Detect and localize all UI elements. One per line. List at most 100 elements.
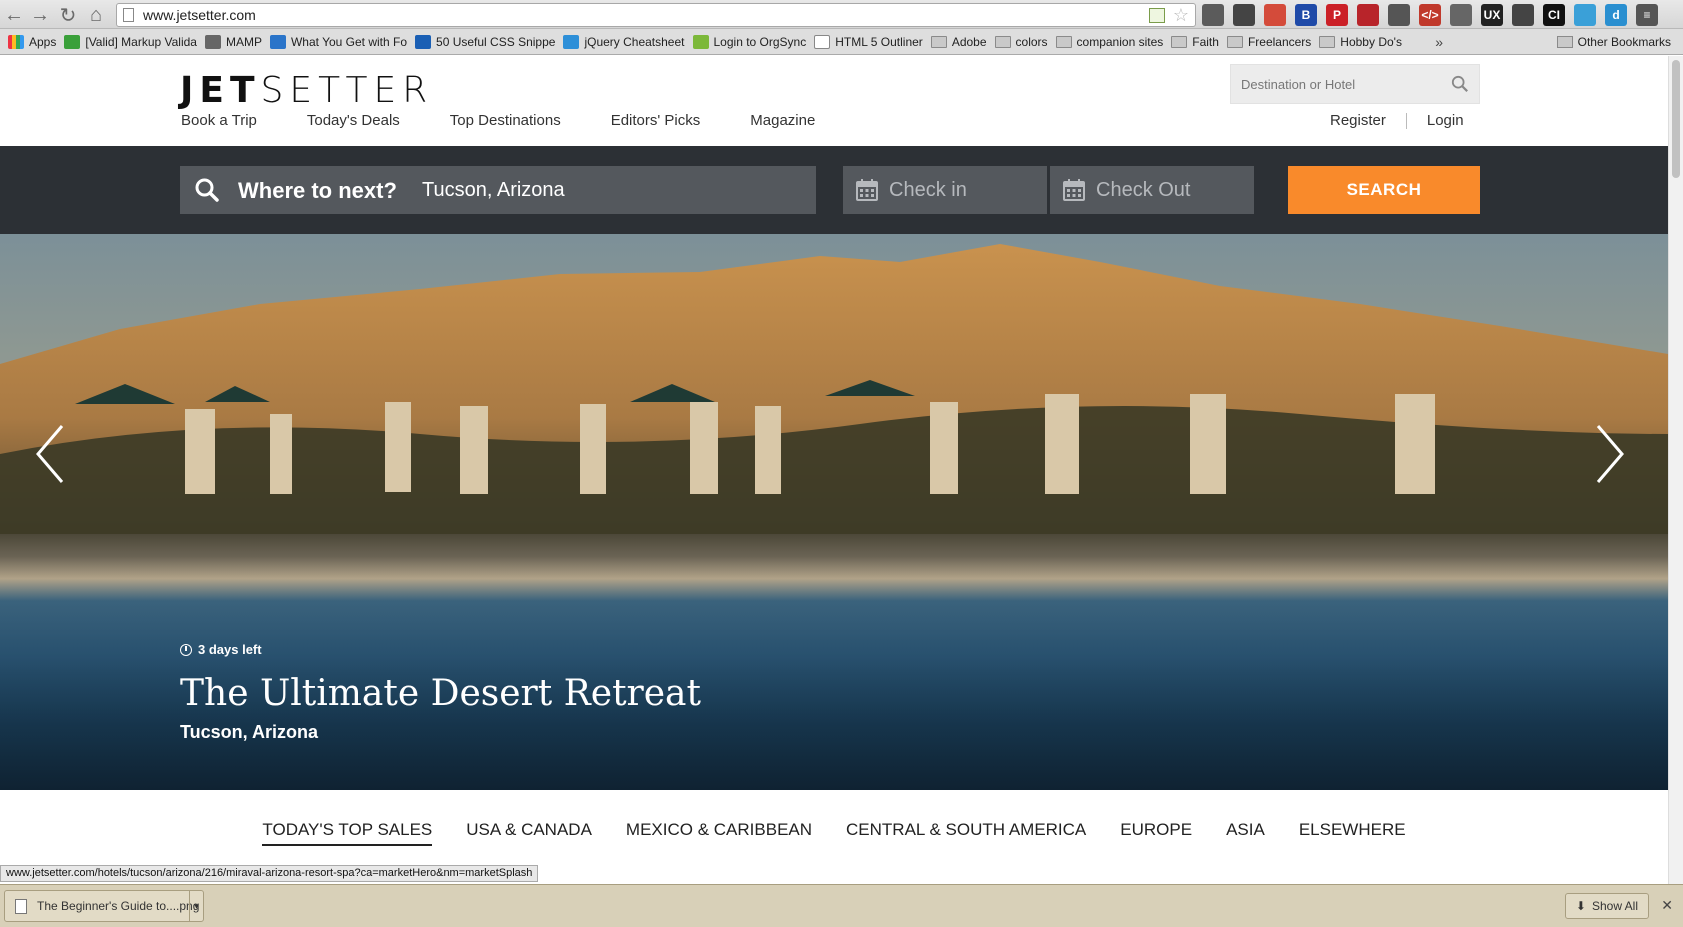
where-to-label: Where to next? [238,178,397,203]
bookmark-item[interactable]: Adobe [930,32,987,52]
nav-magazine[interactable]: Magazine [750,112,815,129]
forward-arrow-icon[interactable]: → [28,3,52,27]
nav-top-destinations[interactable]: Top Destinations [450,112,561,129]
chevron-down-icon[interactable]: ▾ [189,891,203,921]
nav-book-a-trip[interactable]: Book a Trip [181,112,257,129]
bookmark-item[interactable]: jQuery Cheatsheet [563,32,685,52]
main-nav: Book a Trip Today's Deals Top Destinations… [181,112,815,129]
bookmark-item[interactable]: Login to OrgSync [692,32,806,52]
search-icon[interactable] [1451,75,1469,93]
bookmark-item[interactable]: What You Get with Fo [269,32,408,52]
bookmark-label: MAMP [225,34,262,49]
tools-icon[interactable] [1450,4,1472,26]
tab-today-s-top-sales[interactable]: TODAY'S TOP SALES [262,820,433,846]
calendar-icon [856,179,878,201]
bookmark-item[interactable]: MAMP [204,32,262,52]
home-icon[interactable]: ⌂ [84,3,108,27]
scrollbar-thumb[interactable] [1672,60,1680,178]
search-icon [195,178,219,202]
reload-icon[interactable]: ↻ [56,3,80,27]
where-to-value[interactable]: Tucson, Arizona [422,179,565,202]
hero-title[interactable]: The Ultimate Desert Retreat [180,673,701,714]
folder-icon [1226,35,1243,48]
download-item[interactable]: The Beginner's Guide to....png ▾ [4,890,204,922]
destination-search-input[interactable] [1231,65,1441,103]
address-bar[interactable]: www.jetsetter.com ☆ [116,3,1196,27]
region-tabs: TODAY'S TOP SALES USA & CANADA MEXICO & CA… [0,820,1668,846]
bookmark-item[interactable]: 50 Useful CSS Snippe [415,32,555,52]
other-bookmarks[interactable]: Other Bookmarks [1556,35,1671,49]
site-search [1230,64,1480,104]
bookmark-item[interactable]: companion sites [1055,32,1163,52]
bookmark-item[interactable]: HTML 5 Outliner [814,32,923,52]
bookmark-label: What You Get with Fo [290,34,408,49]
bookmark-star-icon[interactable]: ☆ [1173,5,1189,26]
ci-icon[interactable]: CI [1543,4,1565,26]
folder-icon [994,35,1011,48]
logo-light-part: SETTER [260,70,434,111]
search-button[interactable]: SEARCH [1288,166,1480,214]
tab-asia[interactable]: ASIA [1226,820,1265,846]
bookmark-label: Hobby Do's [1340,34,1402,49]
logo-bold-part: JET [180,70,261,111]
register-link[interactable]: Register [1330,112,1386,129]
check-out-field[interactable]: Check Out [1050,166,1254,214]
hat-icon[interactable] [1357,4,1379,26]
divider [1405,112,1407,129]
jetsetter-logo[interactable]: JETSETTER [180,70,433,111]
apps-grid-icon [8,34,24,49]
orgsync-icon [692,34,709,49]
code-icon[interactable]: </> [1419,4,1441,26]
bookmark-item[interactable]: colors [994,32,1048,52]
glove-icon[interactable] [1388,4,1410,26]
gear-icon[interactable] [1233,4,1255,26]
bookmarks-more-chevron[interactable]: » [1435,34,1443,50]
ux-check-icon[interactable]: UX [1481,4,1503,26]
bookmark-item[interactable]: Faith [1171,32,1219,52]
chevron-left-icon[interactable] [30,414,70,494]
bookmarks-bar: Apps [Valid] Markup Valida MAMP What You Ge… [0,29,1683,55]
show-all-downloads-button[interactable]: ⬇ Show All [1564,893,1649,919]
eyedropper-icon[interactable] [1202,4,1224,26]
tab-europe[interactable]: EUROPE [1120,820,1192,846]
bookmark-item[interactable]: [Valid] Markup Valida [64,32,197,52]
status-url-bar: www.jetsetter.com/hotels/tucson/arizona/… [0,865,539,882]
bookmark-item[interactable]: Hobby Do's [1319,32,1402,52]
address-url[interactable]: www.jetsetter.com [143,7,256,23]
camera-icon[interactable] [1512,4,1534,26]
login-link[interactable]: Login [1427,112,1464,129]
chevron-right-icon[interactable] [1590,414,1630,494]
hero-caption: 3 days left The Ultimate Desert Retreat … [180,642,701,743]
folder-icon [1556,35,1573,48]
bookmark-label: jQuery Cheatsheet [584,34,685,49]
tab-elsewhere[interactable]: ELSEWHERE [1299,820,1406,846]
tab-usa-canada[interactable]: USA & CANADA [466,820,592,846]
page-scrollbar[interactable] [1668,56,1683,884]
hero-banner[interactable]: 3 days left The Ultimate Desert Retreat … [0,234,1668,790]
bookmark-label: [Valid] Markup Valida [85,34,197,49]
b-icon[interactable]: B [1295,4,1317,26]
download-filename: The Beginner's Guide to....png [37,899,200,913]
tab-mexico-caribbean[interactable]: MEXICO & CARIBBEAN [626,820,812,846]
pinterest-icon[interactable]: P [1326,4,1348,26]
where-to-field[interactable]: Where to next? Tucson, Arizona [180,166,816,214]
check-in-field[interactable]: Check in [843,166,1047,214]
page-icon [814,34,831,49]
notes-icon[interactable] [1264,4,1286,26]
nav-editors-picks[interactable]: Editors' Picks [611,112,701,129]
nav-today-s-deals[interactable]: Today's Deals [307,112,400,129]
days-left-text: 3 days left [198,642,262,657]
mamp-icon [204,34,221,49]
desert-landscape-image [0,234,1668,534]
hero-location: Tucson, Arizona [180,722,319,742]
back-arrow-icon[interactable]: ← [2,3,26,27]
bookmark-item[interactable]: Freelancers [1226,32,1311,52]
d-icon[interactable]: d [1605,4,1627,26]
menu-icon[interactable]: ≡ [1636,4,1658,26]
rss-icon[interactable] [1149,8,1165,23]
close-icon[interactable]: ✕ [1661,897,1673,914]
target-icon[interactable] [1574,4,1596,26]
tab-central-south-america[interactable]: CENTRAL & SOUTH AMERICA [846,820,1086,846]
extension-icons: B P </> UX CI d ≡ [1202,4,1658,26]
bookmark-item[interactable]: Apps [8,32,56,52]
